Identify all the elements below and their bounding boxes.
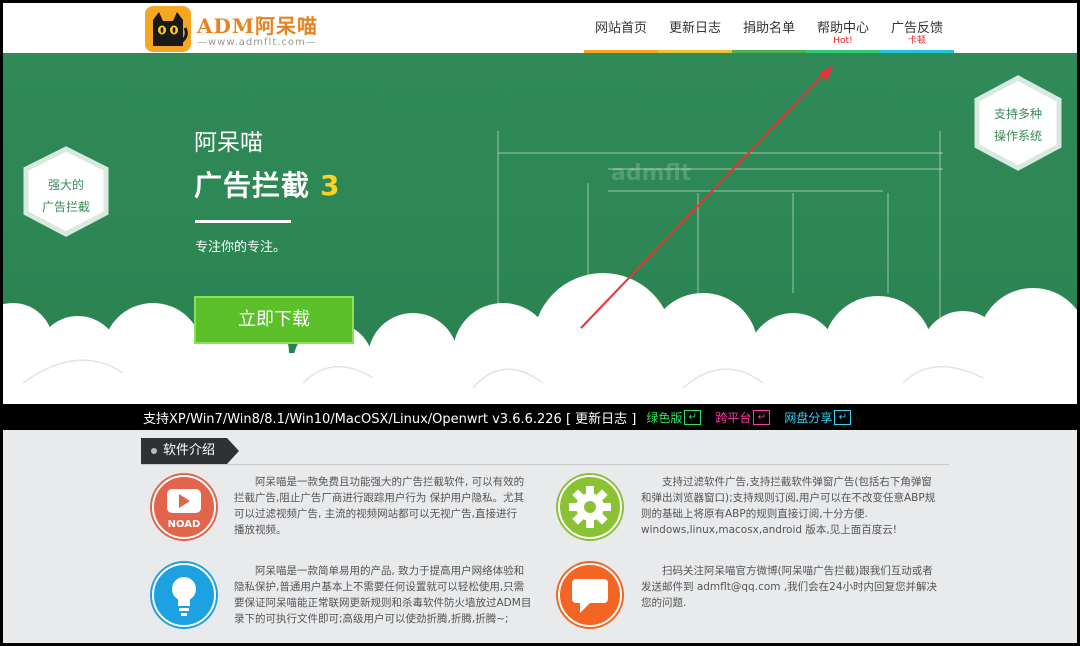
link-label: 跨平台 (715, 411, 752, 425)
nav-label: 网站首页 (594, 21, 647, 36)
hero-version: 3 (320, 169, 341, 202)
main-nav: 网站首页 更新日志 捐助名单 帮助中心 Hot! 广告反馈 卡顿 (584, 3, 954, 53)
return-arrow-icon: ↵ (684, 410, 702, 425)
gear-icon (556, 473, 624, 541)
nav-changelog[interactable]: 更新日志 (658, 3, 732, 53)
nav-donors[interactable]: 捐助名单 (732, 3, 806, 53)
hero-title: 广告拦截 3 (194, 164, 341, 204)
bullet-icon (151, 447, 157, 454)
site-header: ADM阿呆喵 —www.admflt.com— 网站首页 更新日志 捐助名单 帮… (3, 3, 1077, 53)
section-divider (141, 464, 949, 465)
cloud-share-link[interactable]: 网盘分享 ↵ (784, 409, 852, 426)
site-logo[interactable]: ADM阿呆喵 —www.admflt.com— (145, 6, 335, 52)
nav-label: 更新日志 (668, 21, 721, 36)
platform-info-bar: 支持XP/Win7/Win8/8.1/Win10/MacOSX/Linux/Op… (3, 404, 1077, 430)
section-title-tag: 软件介绍 (141, 438, 240, 464)
hero-divider (195, 220, 291, 223)
feature-text: 支持过滤软件广告,支持拦截软件弹窗广告(包括右下角弹窗和弹出浏览器窗口);支持规… (641, 476, 936, 536)
hex-left-text: 强大的 广告拦截 (26, 174, 106, 218)
hex-line: 强大的 (47, 178, 84, 192)
nav-home[interactable]: 网站首页 (584, 3, 658, 53)
feature-text: 阿呆喵是一款简单易用的产品, 致力于提高用户网络体验和隐私保护,普通用户基本上不… (234, 565, 532, 625)
platform-info-text: 支持XP/Win7/Win8/8.1/Win10/MacOSX/Linux/Op… (143, 412, 637, 427)
green-version-link[interactable]: 绿色版 ↵ (646, 409, 702, 426)
svg-text:NOAD: NOAD (168, 519, 201, 530)
hero-brand: 阿呆喵 (194, 130, 263, 156)
nav-label: 帮助中心 (816, 21, 869, 36)
hex-right-text: 支持多种 操作系统 (977, 103, 1059, 147)
hex-line: 广告拦截 (41, 200, 90, 214)
download-button[interactable]: 立即下载 (194, 296, 354, 344)
nav-feedback[interactable]: 广告反馈 卡顿 (880, 3, 954, 53)
hero-decoration (3, 65, 1077, 404)
nav-hot-badge: Hot! (833, 36, 853, 46)
platform-info: 支持XP/Win7/Win8/8.1/Win10/MacOSX/Linux/Op… (143, 408, 852, 427)
no-ad-icon: NOAD (150, 473, 218, 541)
feature-text: 扫码关注阿呆喵官方微博(阿呆喵广告拦截)跟我们互动或者发送邮件到 admflt@… (641, 565, 938, 609)
software-intro-section: 软件介绍 NOAD 阿呆喵是一款免费且功能强大的广告拦截软件, 可以有效的拦截广… (3, 430, 1077, 643)
hex-line: 操作系统 (993, 129, 1042, 143)
link-label: 绿色版 (646, 411, 683, 425)
nav-label: 捐助名单 (742, 21, 795, 36)
cross-platform-link[interactable]: 跨平台 ↵ (715, 409, 771, 426)
hero-title-text: 广告拦截 (194, 169, 311, 202)
logo-url: —www.admflt.com— (197, 37, 317, 48)
hex-line: 支持多种 (993, 107, 1042, 121)
logo-title: ADM阿呆喵 (197, 14, 318, 38)
nav-sub-badge: 卡顿 (907, 36, 926, 46)
section-title: 软件介绍 (163, 443, 216, 458)
hero-banner: 强大的 广告拦截 支持多种 操作系统 admflt 阿呆喵 广告拦截 3 专注你的… (3, 53, 1077, 404)
feature-text: 阿呆喵是一款免费且功能强大的广告拦截软件, 可以有效的拦截广告,阻止广告厂商进行… (234, 476, 525, 536)
cat-logo-icon (145, 6, 191, 52)
watermark-logo: admflt (611, 161, 692, 186)
lightbulb-icon (150, 561, 218, 629)
return-arrow-icon: ↵ (753, 410, 771, 425)
hero-slogan: 专注你的专注。 (195, 240, 287, 255)
link-label: 网盘分享 (784, 411, 833, 425)
nav-label: 广告反馈 (890, 21, 943, 36)
nav-help[interactable]: 帮助中心 Hot! (806, 3, 880, 53)
chat-icon (556, 561, 624, 629)
return-arrow-icon: ↵ (834, 410, 852, 425)
